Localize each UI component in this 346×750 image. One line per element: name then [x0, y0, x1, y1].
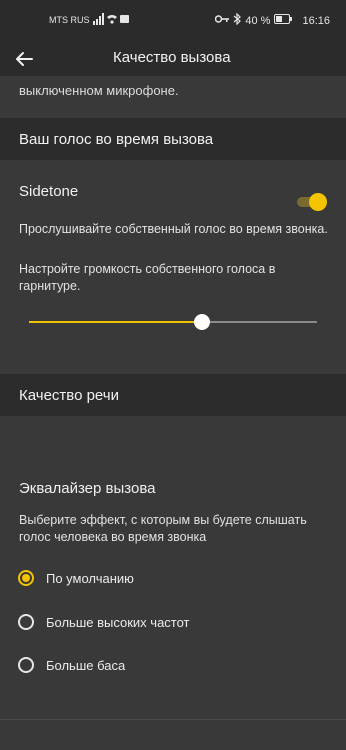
- radio-option-treble[interactable]: Больше высоких частот: [18, 610, 190, 634]
- radio-option-default[interactable]: По умолчанию: [18, 566, 134, 590]
- sidetone-description: Прослушивайте собственный голос во время…: [19, 222, 328, 236]
- slider-fill: [29, 321, 202, 323]
- status-bar: MTS RUS 40 % 16:16: [0, 0, 346, 42]
- sidetone-volume-slider[interactable]: [29, 312, 317, 332]
- section-header-voice-label: Ваш голос во время вызова: [19, 130, 214, 148]
- sidetone-volume-description: Настройте громкость собственного голоса …: [19, 262, 276, 293]
- key-icon: [215, 14, 230, 27]
- radio-label: Больше баса: [46, 657, 126, 673]
- battery-icon: [274, 14, 293, 27]
- battery-percent: 40 %: [245, 14, 271, 27]
- signal-icon: [93, 13, 129, 28]
- sidetone-toggle[interactable]: [297, 193, 327, 211]
- radio-button[interactable]: [18, 570, 34, 586]
- equalizer-title: Эквалайзер вызова: [19, 480, 156, 497]
- back-arrow-icon[interactable]: [12, 47, 36, 71]
- radio-label: Больше высоких частот: [46, 614, 190, 630]
- page-title: Качество вызова: [113, 49, 231, 66]
- divider: [0, 719, 346, 720]
- slider-track: [202, 321, 317, 323]
- equalizer-description: Выберите эффект, с которым вы будете слы…: [19, 513, 307, 544]
- section-header-speech-label: Качество речи: [19, 386, 119, 404]
- radio-button[interactable]: [18, 614, 34, 630]
- toggle-thumb: [309, 193, 327, 211]
- bluetooth-icon: [233, 12, 242, 28]
- status-right: 40 % 16:16: [215, 12, 330, 28]
- section-header-voice: Ваш голос во время вызова: [0, 118, 346, 160]
- sidetone-title: Sidetone: [19, 183, 79, 200]
- status-time: 16:16: [302, 14, 330, 27]
- slider-knob[interactable]: [194, 314, 210, 330]
- app-bar: Качество вызова: [0, 42, 346, 76]
- section-header-speech: Качество речи: [0, 374, 346, 416]
- radio-label: По умолчанию: [46, 570, 134, 586]
- radio-button[interactable]: [18, 657, 34, 673]
- radio-option-bass[interactable]: Больше баса: [18, 653, 125, 677]
- carrier-name: MTS RUS: [49, 15, 90, 25]
- scrolled-description-tail: выключенном микрофоне.: [19, 83, 179, 98]
